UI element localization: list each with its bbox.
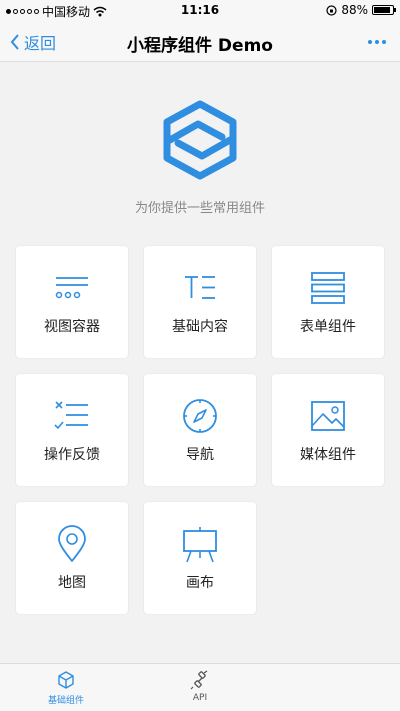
status-right: 88% xyxy=(326,3,396,17)
battery-percent: 88% xyxy=(341,3,368,17)
card-feedback[interactable]: 操作反馈 xyxy=(16,374,128,486)
cube-icon xyxy=(58,671,74,689)
tab-api[interactable]: API xyxy=(150,670,250,703)
form-icon xyxy=(311,272,345,304)
nav-bar: 返回 小程序组件 Demo xyxy=(0,22,400,62)
app-logo-icon xyxy=(163,100,237,180)
tab-label: API xyxy=(192,693,208,703)
basic-content-icon xyxy=(185,276,215,299)
card-canvas[interactable]: 画布 xyxy=(144,502,256,614)
card-navigation[interactable]: 导航 xyxy=(144,374,256,486)
card-media[interactable]: 媒体组件 xyxy=(272,374,384,486)
card-map[interactable]: 地图 xyxy=(16,502,128,614)
card-label: 操作反馈 xyxy=(44,447,100,463)
card-basic-content[interactable]: 基础内容 xyxy=(144,246,256,358)
card-label: 视图容器 xyxy=(44,319,100,335)
feedback-icon xyxy=(54,401,88,430)
card-label: 基础内容 xyxy=(172,319,228,335)
page-title: 小程序组件 Demo xyxy=(127,36,273,56)
more-menu-button[interactable] xyxy=(368,40,386,44)
page-subtitle: 为你提供一些常用组件 xyxy=(134,201,265,216)
tab-basic-components[interactable]: 基础组件 xyxy=(16,670,116,706)
image-icon xyxy=(311,401,345,431)
compass-icon xyxy=(183,399,217,433)
more-dot xyxy=(375,40,379,44)
card-label: 地图 xyxy=(58,575,86,591)
tab-bar: 基础组件 API xyxy=(0,663,400,711)
api-icon xyxy=(190,670,208,690)
more-dot xyxy=(382,40,386,44)
card-label: 媒体组件 xyxy=(300,447,356,463)
status-bar: 中国移动 11:16 88% xyxy=(0,0,400,22)
card-label: 表单组件 xyxy=(300,319,356,335)
easel-icon xyxy=(183,527,217,563)
battery-icon xyxy=(372,5,396,15)
view-container-icon xyxy=(55,277,88,299)
orientation-lock-icon xyxy=(326,4,337,16)
card-form[interactable]: 表单组件 xyxy=(272,246,384,358)
card-view-container[interactable]: 视图容器 xyxy=(16,246,128,358)
more-dot xyxy=(368,40,372,44)
tab-label: 基础组件 xyxy=(47,696,84,706)
card-label: 画布 xyxy=(186,575,214,591)
card-label: 导航 xyxy=(186,447,214,463)
map-pin-icon xyxy=(58,525,86,562)
